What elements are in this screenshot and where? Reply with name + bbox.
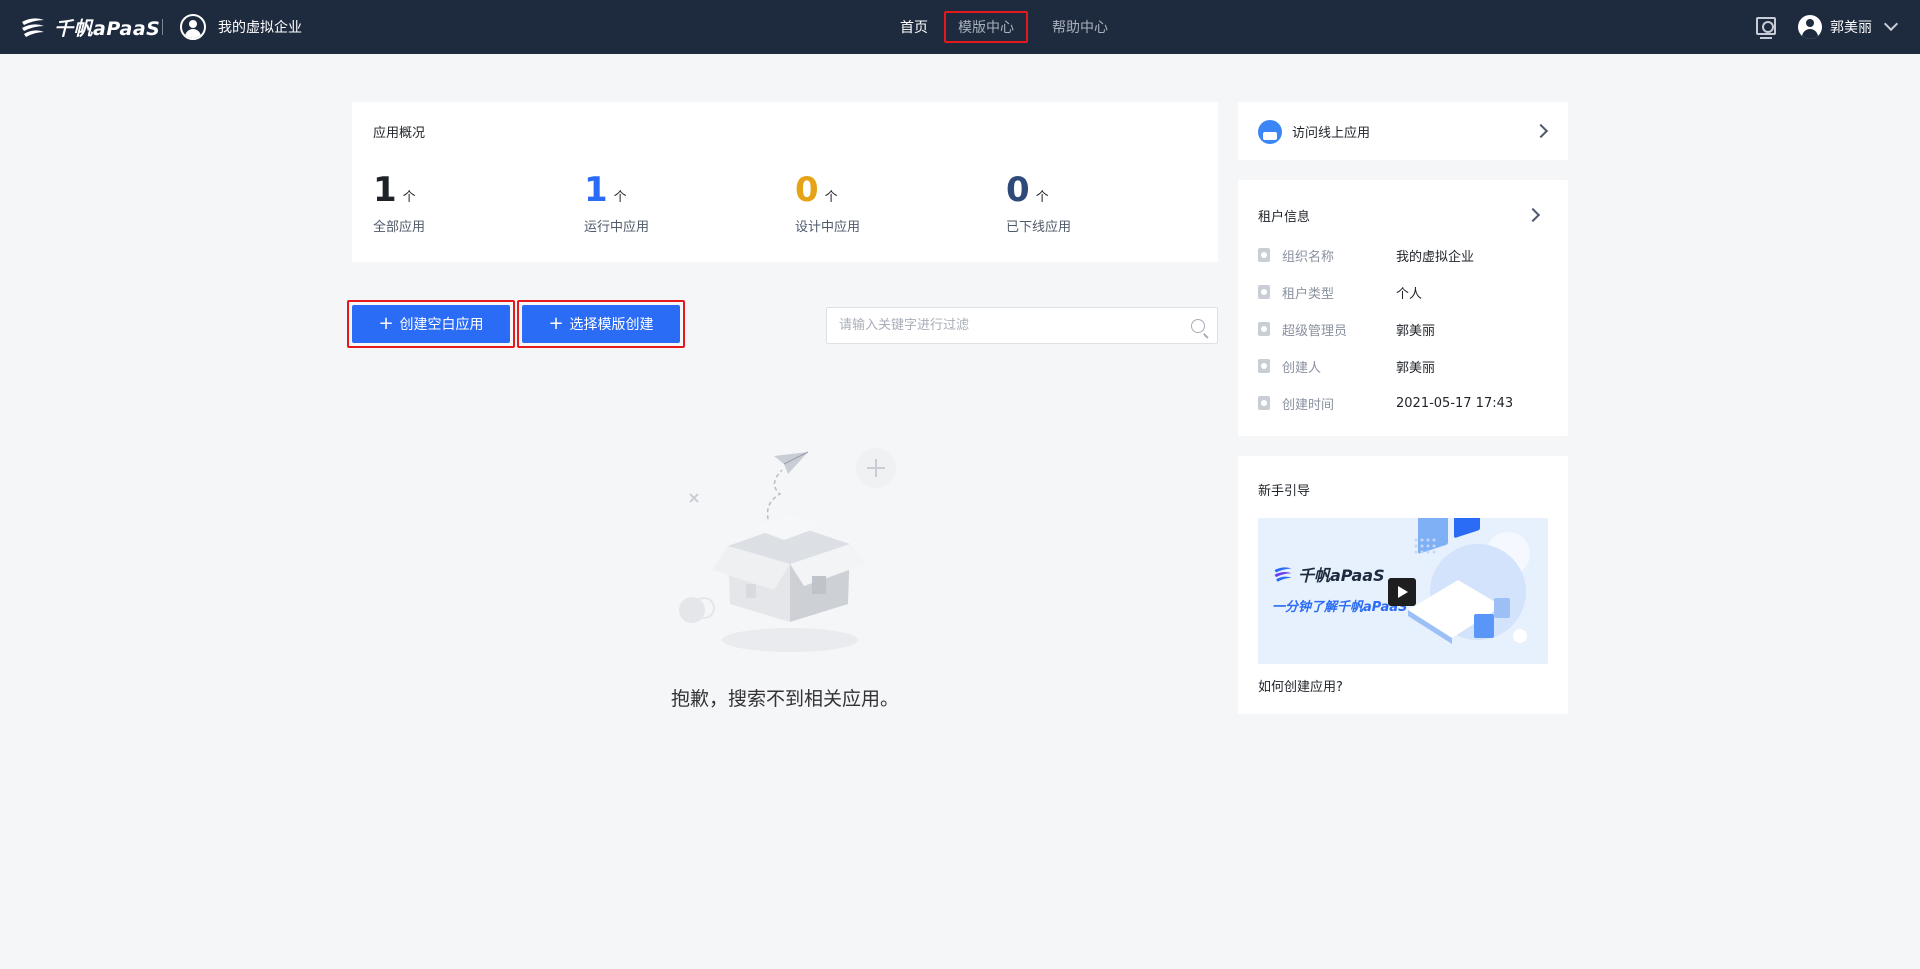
org-icon <box>1258 248 1270 262</box>
overview-title: 应用概况 <box>373 126 426 141</box>
empty-box-illustration <box>679 448 896 652</box>
org-avatar-icon <box>180 14 206 40</box>
info-label: 超级管理员 <box>1282 323 1348 339</box>
stat-designing-apps[interactable]: 0个 设计中应用 <box>795 170 995 235</box>
tenant-info-title: 租户信息 <box>1258 210 1311 225</box>
create-blank-label: 创建空白应用 <box>399 317 484 333</box>
info-label: 租户类型 <box>1282 286 1335 302</box>
info-row-tenant-type: 租户类型 个人 <box>1258 282 1558 302</box>
stat-unit: 个 <box>402 190 416 205</box>
beginner-guide-card: 新手引导 千帆aPaaS 一分钟了解千帆aPaaS 如何创建应用? <box>1238 456 1568 714</box>
app-search-input[interactable] <box>839 308 1179 343</box>
nav-home[interactable]: 首页 <box>900 17 928 37</box>
tenant-type-icon <box>1258 285 1270 299</box>
user-name: 郭美丽 <box>1830 20 1872 36</box>
video-brand-text: 千帆aPaaS <box>1298 566 1385 585</box>
info-row-org-name: 组织名称 我的虚拟企业 <box>1258 245 1558 265</box>
empty-state-message: 抱歉，搜索不到相关应用。 <box>670 688 899 710</box>
create-from-template-label: 选择模版创建 <box>569 317 654 333</box>
stat-label: 全部应用 <box>373 220 426 235</box>
chevron-right-icon <box>1533 123 1549 139</box>
nav-help-center[interactable]: 帮助中心 <box>1052 17 1108 37</box>
info-value: 我的虚拟企业 <box>1396 249 1475 265</box>
stat-all-apps[interactable]: 1个 全部应用 <box>373 170 573 235</box>
logo-icon <box>22 18 44 37</box>
stat-offline-apps[interactable]: 0个 已下线应用 <box>1006 170 1206 235</box>
clock-icon <box>1258 396 1270 410</box>
stat-unit: 个 <box>613 190 627 205</box>
guide-title: 新手引导 <box>1258 484 1311 499</box>
create-from-template-button[interactable]: + 选择模版创建 <box>522 305 680 343</box>
visit-online-apps-label: 访问线上应用 <box>1292 126 1371 141</box>
stat-value: 1 <box>373 170 397 210</box>
stat-unit: 个 <box>1035 190 1049 205</box>
tenant-info-card: 租户信息 组织名称 我的虚拟企业 租户类型 个人 超级管理员 郭美丽 创建人 郭… <box>1238 180 1568 436</box>
guide-video-thumbnail[interactable]: 千帆aPaaS 一分钟了解千帆aPaaS <box>1258 518 1548 664</box>
create-blank-app-button[interactable]: + 创建空白应用 <box>352 305 510 343</box>
search-icon[interactable] <box>1191 319 1205 333</box>
plus-icon: + <box>378 313 394 334</box>
chevron-down-icon <box>1883 16 1899 32</box>
info-value: 个人 <box>1396 286 1423 302</box>
info-value: 郭美丽 <box>1396 360 1436 376</box>
info-row-created-time: 创建时间 2021-05-17 17:43 <box>1258 393 1558 413</box>
brand-logo-icon <box>1274 567 1292 582</box>
chevron-right-icon[interactable] <box>1525 207 1541 223</box>
creator-icon <box>1258 359 1270 373</box>
video-brand: 千帆aPaaS <box>1272 562 1385 586</box>
stat-unit: 个 <box>824 190 838 205</box>
app-overview-card: 应用概况 1个 全部应用 1个 运行中应用 0个 设计中应用 0个 已下线应用 <box>352 102 1218 262</box>
stat-value: 0 <box>795 170 819 210</box>
org-name: 我的虚拟企业 <box>218 20 302 36</box>
info-label: 创建人 <box>1282 360 1322 376</box>
create-blank-button-highlight: + 创建空白应用 <box>347 300 515 348</box>
nav-template-center[interactable]: 模版中心 <box>944 11 1028 43</box>
plus-icon: + <box>548 313 564 334</box>
visit-online-apps-card[interactable]: 访问线上应用 <box>1238 102 1568 160</box>
stat-label: 已下线应用 <box>1006 220 1072 235</box>
info-value: 郭美丽 <box>1396 323 1436 339</box>
logo[interactable]: 千帆aPaaS <box>20 13 160 41</box>
info-label: 组织名称 <box>1282 249 1335 265</box>
main-nav: 首页 模版中心 帮助中心 <box>900 0 1136 54</box>
screen-monitor-icon[interactable] <box>1756 17 1776 39</box>
stat-value: 1 <box>584 170 608 210</box>
header-divider <box>162 19 163 35</box>
info-label: 创建时间 <box>1282 397 1335 413</box>
user-avatar-icon <box>1798 15 1822 39</box>
admin-icon <box>1258 322 1270 336</box>
stat-label: 设计中应用 <box>795 220 861 235</box>
top-navigation-bar: 千帆aPaaS 我的虚拟企业 首页 模版中心 帮助中心 郭美丽 <box>0 0 1920 54</box>
info-value: 2021-05-17 17:43 <box>1396 395 1514 411</box>
template-button-highlight: + 选择模版创建 <box>517 300 685 348</box>
play-icon[interactable] <box>1388 578 1416 606</box>
info-row-creator: 创建人 郭美丽 <box>1258 356 1558 376</box>
org-switcher[interactable]: 我的虚拟企业 <box>180 14 302 40</box>
app-search-box <box>826 307 1218 344</box>
online-app-icon <box>1258 120 1282 144</box>
info-row-super-admin: 超级管理员 郭美丽 <box>1258 319 1558 339</box>
user-menu[interactable]: 郭美丽 <box>1798 14 1899 40</box>
stat-running-apps[interactable]: 1个 运行中应用 <box>584 170 784 235</box>
stat-label: 运行中应用 <box>584 220 650 235</box>
stat-value: 0 <box>1006 170 1030 210</box>
how-to-create-app-link[interactable]: 如何创建应用? <box>1258 676 1343 695</box>
logo-text: 千帆aPaaS <box>54 17 161 40</box>
